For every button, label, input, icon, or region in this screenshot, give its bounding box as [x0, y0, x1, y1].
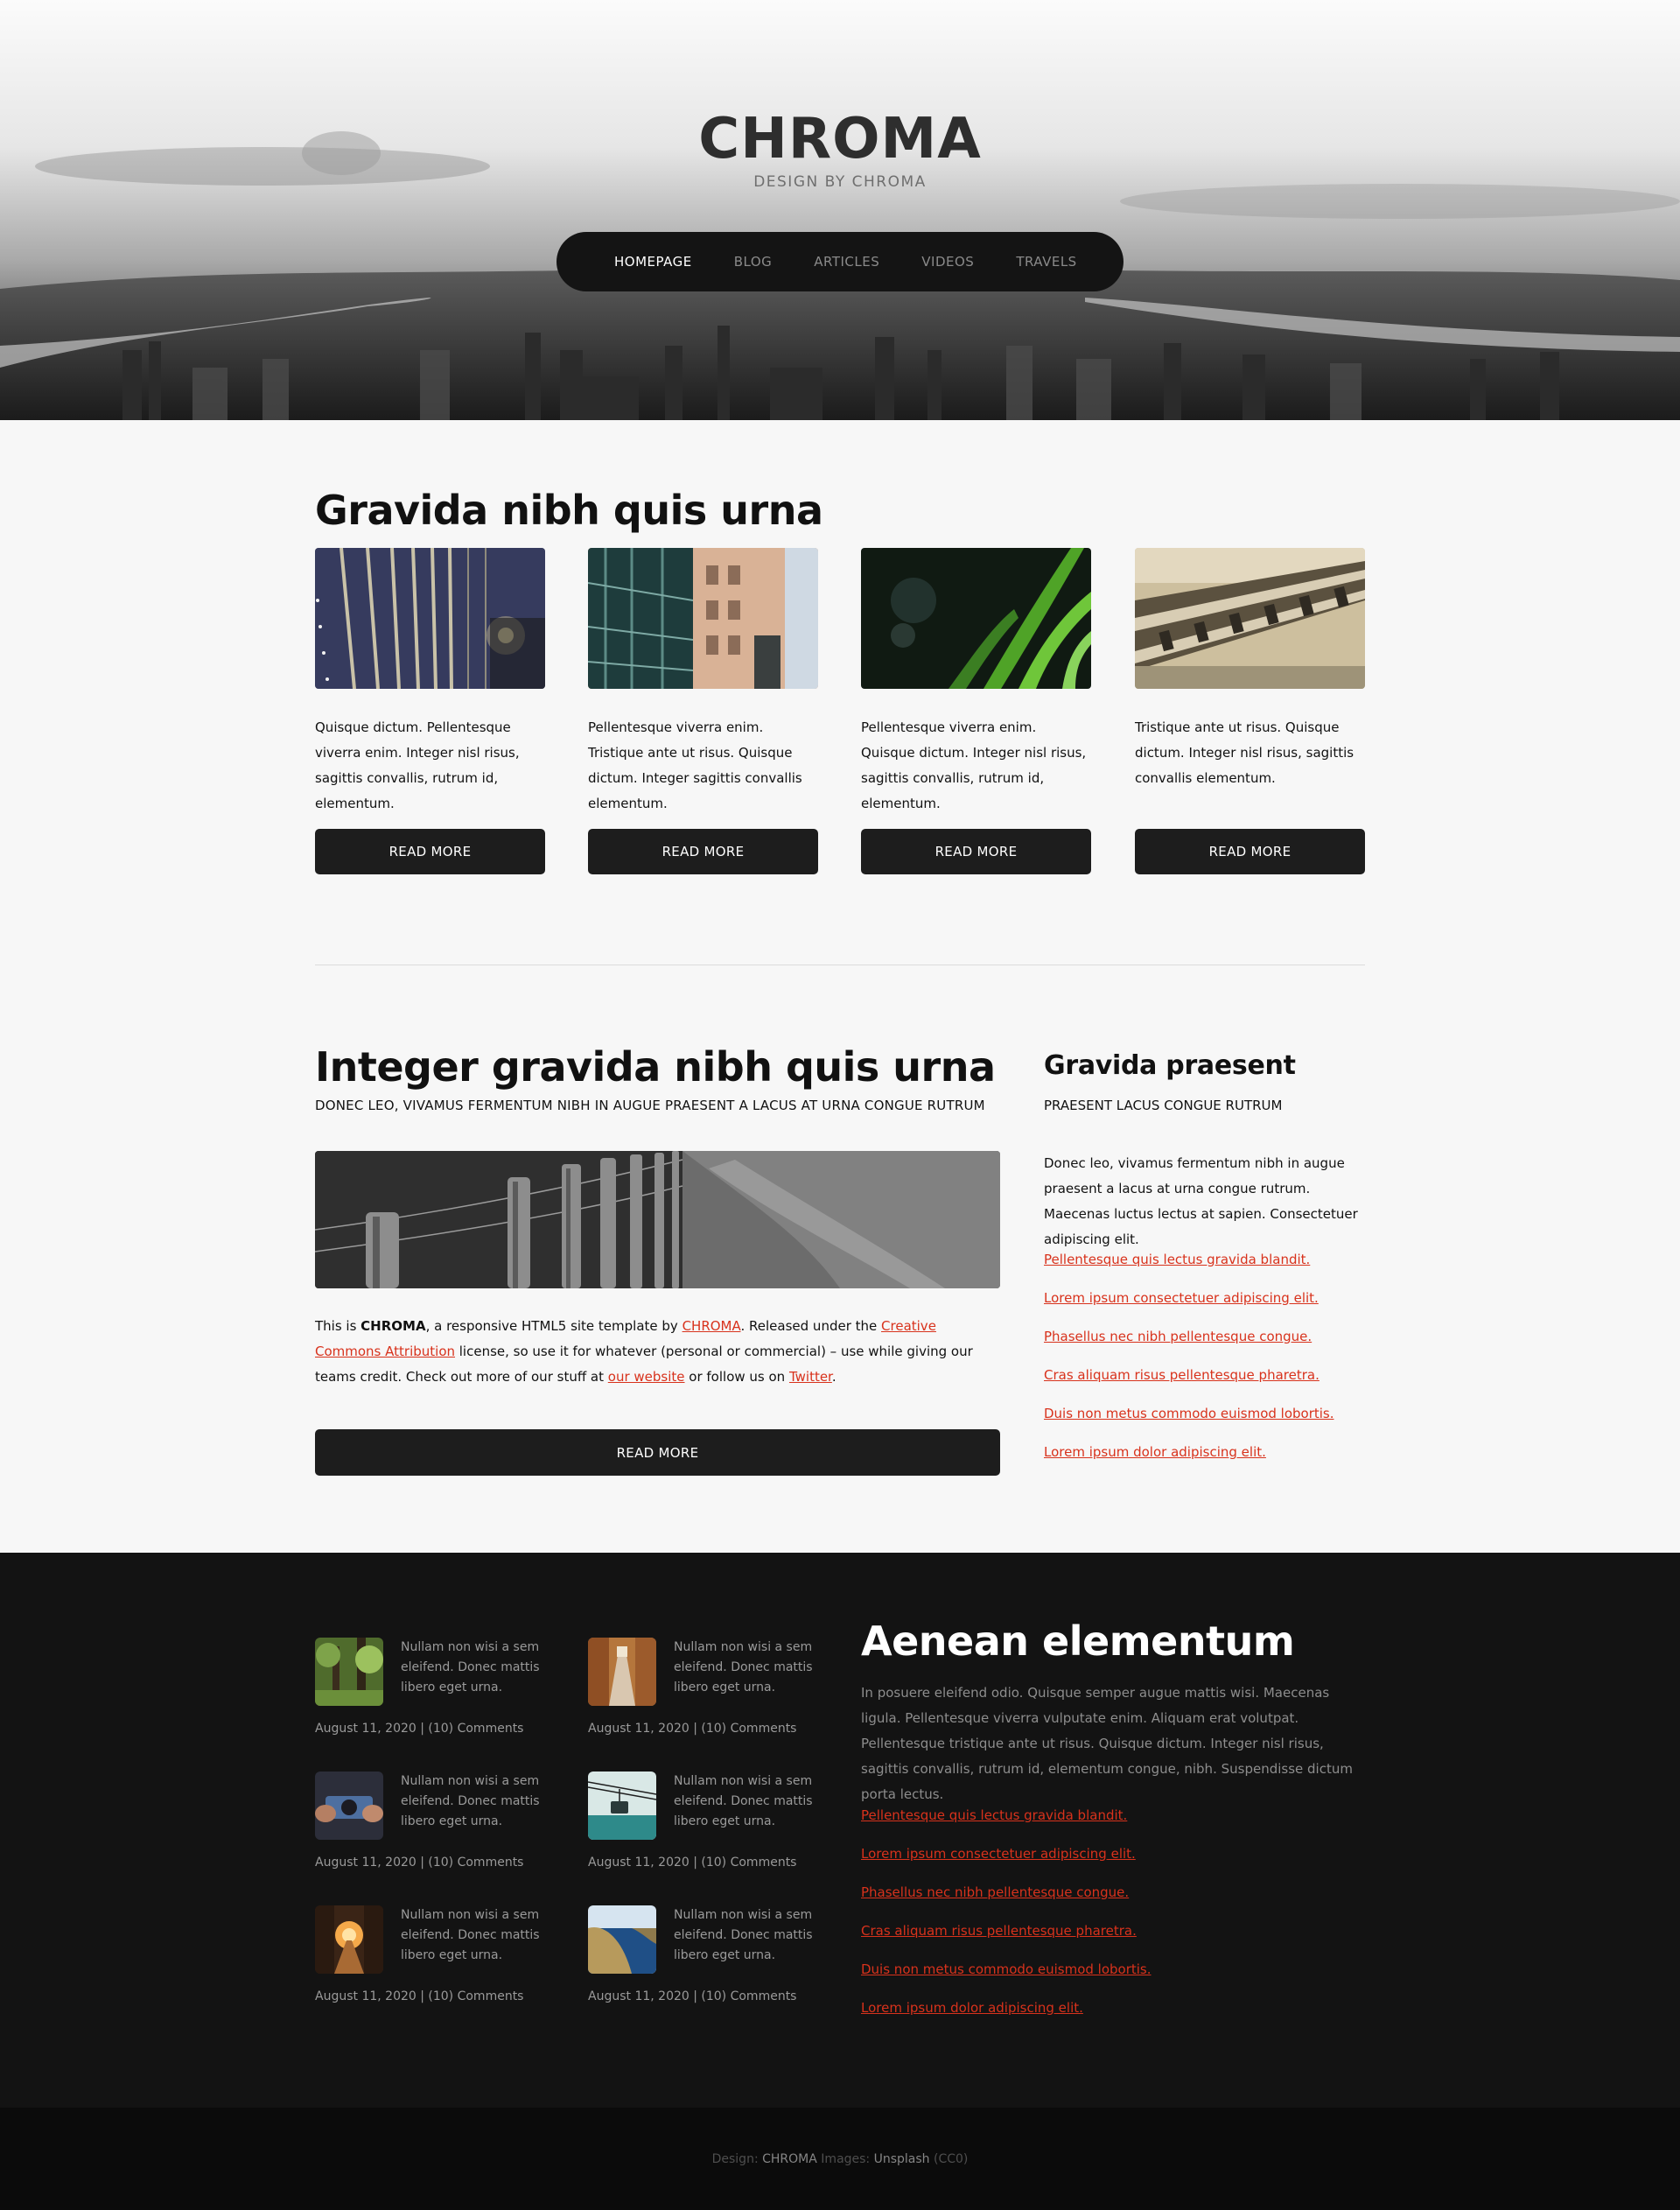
footer-link[interactable]: Pellentesque quis lectus gravida blandit…: [861, 1803, 1152, 1842]
city-skyline-image: [0, 0, 1680, 420]
footer-section: [0, 1553, 1680, 2108]
sidebar-link[interactable]: Lorem ipsum dolor adipiscing elit.: [1044, 1440, 1334, 1478]
sidebar-link[interactable]: Phasellus nec nibh pellentesque congue.: [1044, 1324, 1334, 1363]
read-more-button[interactable]: READ MORE: [315, 1429, 1000, 1476]
card-text: Pellentesque viverra enim. Tristique ant…: [588, 719, 802, 811]
footer-paragraph: In posuere eleifend odio. Quisque semper…: [861, 1685, 1353, 1802]
nav-item-videos[interactable]: VIDEOS: [921, 254, 974, 270]
twitter-link[interactable]: Twitter: [789, 1369, 832, 1385]
sidebar-paragraph: Donec leo, vivamus fermentum nibh in aug…: [1044, 1155, 1358, 1247]
hero-banner: CHROMA DESIGN BY CHROMA HOMEPAGE BLOG AR…: [0, 0, 1680, 420]
sunset-street-thumbnail[interactable]: [315, 1905, 383, 1974]
sidebar-subtitle: PRAESENT LACUS CONGUE RUTRUM: [1044, 1098, 1283, 1113]
footer-link[interactable]: Cras aliquam risus pellentesque pharetra…: [861, 1919, 1152, 1957]
paragraph-text: , a responsive HTML5 site template by: [425, 1318, 682, 1334]
footer-link[interactable]: Lorem ipsum dolor adipiscing elit.: [861, 1996, 1152, 2034]
nav-item-blog[interactable]: BLOG: [734, 254, 773, 270]
feature-card: Pellentesque viverra enim. Tristique ant…: [588, 548, 818, 874]
credits-design-value[interactable]: CHROMA: [762, 2152, 817, 2166]
paragraph-brand: CHROMA: [360, 1318, 426, 1334]
post-excerpt: Nullam non wisi a sem eleifend. Donec ma…: [401, 1908, 540, 1962]
feature-card: Pellentesque viverra enim. Quisque dictu…: [861, 548, 1091, 874]
section2-paragraph: This is CHROMA, a responsive HTML5 site …: [315, 1314, 1006, 1390]
section2-subtitle: DONEC LEO, VIVAMUS FERMENTUM NIBH IN AUG…: [315, 1098, 985, 1113]
feature-card: Tristique ante ut risus. Quisque dictum.…: [1135, 548, 1365, 874]
our-website-link[interactable]: our website: [608, 1369, 685, 1385]
paragraph-text: This is: [315, 1318, 361, 1334]
site-logo[interactable]: CHROMA: [0, 107, 1680, 172]
read-more-button[interactable]: READ MORE: [315, 829, 545, 874]
hands-camera-thumbnail[interactable]: [315, 1772, 383, 1840]
post-meta[interactable]: August 11, 2020 | (10) Comments: [588, 1989, 816, 2003]
sidebar-link[interactable]: Duis non metus commodo euismod lobortis.: [1044, 1401, 1334, 1440]
read-more-button[interactable]: READ MORE: [588, 829, 818, 874]
post-meta[interactable]: August 11, 2020 | (10) Comments: [588, 1856, 816, 1870]
forest-thumbnail[interactable]: [315, 1638, 383, 1706]
post-meta[interactable]: August 11, 2020 | (10) Comments: [315, 1989, 542, 2003]
city-street-image: [588, 548, 818, 689]
sidebar-link-list: Pellentesque quis lectus gravida blandit…: [1044, 1247, 1334, 1478]
fence-path-image: [315, 1151, 1000, 1288]
paragraph-text: or follow us on: [684, 1369, 789, 1385]
nav-item-homepage[interactable]: HOMEPAGE: [614, 254, 692, 270]
post-meta[interactable]: August 11, 2020 | (10) Comments: [315, 1722, 542, 1736]
card-text: Pellentesque viverra enim. Quisque dictu…: [861, 719, 1087, 811]
sidebar-link[interactable]: Pellentesque quis lectus gravida blandit…: [1044, 1247, 1334, 1286]
post-meta[interactable]: August 11, 2020 | (10) Comments: [315, 1856, 542, 1870]
post-meta[interactable]: August 11, 2020 | (10) Comments: [588, 1722, 816, 1736]
cable-car-thumbnail[interactable]: [588, 1772, 656, 1840]
section1-title: Gravida nibh quis urna: [315, 487, 823, 534]
post-excerpt: Nullam non wisi a sem eleifend. Donec ma…: [674, 1908, 813, 1962]
footer-link-list: Pellentesque quis lectus gravida blandit…: [861, 1803, 1152, 2034]
sidebar-link[interactable]: Lorem ipsum consectetuer adipiscing elit…: [1044, 1286, 1334, 1324]
railway-track-image: [1135, 548, 1365, 689]
site-tagline: DESIGN BY CHROMA: [753, 173, 927, 191]
card-text: Tristique ante ut risus. Quisque dictum.…: [1135, 719, 1354, 786]
paragraph-text: .: [831, 1369, 836, 1385]
footer-link[interactable]: Phasellus nec nibh pellentesque congue.: [861, 1880, 1152, 1919]
post-excerpt: Nullam non wisi a sem eleifend. Donec ma…: [674, 1640, 813, 1694]
read-more-button[interactable]: READ MORE: [861, 829, 1091, 874]
section2-title: Integer gravida nibh quis urna: [315, 1043, 996, 1091]
credits-design-label: Design:: [711, 2151, 759, 2166]
credits-license: (CC0): [934, 2151, 969, 2166]
credits-images-value[interactable]: Unsplash: [874, 2152, 930, 2166]
post-excerpt: Nullam non wisi a sem eleifend. Donec ma…: [674, 1774, 813, 1828]
alley-thumbnail[interactable]: [588, 1638, 656, 1706]
read-more-button[interactable]: READ MORE: [1135, 829, 1365, 874]
coastline-thumbnail[interactable]: [588, 1905, 656, 1974]
nav-item-travels[interactable]: TRAVELS: [1016, 254, 1076, 270]
post-excerpt: Nullam non wisi a sem eleifend. Donec ma…: [401, 1774, 540, 1828]
main-nav: HOMEPAGE BLOG ARTICLES VIDEOS TRAVELS: [556, 232, 1124, 291]
card-text: Quisque dictum. Pellentesque viverra eni…: [315, 719, 520, 811]
nav-item-articles[interactable]: ARTICLES: [814, 254, 879, 270]
sidebar-title: Gravida praesent: [1044, 1050, 1296, 1081]
footer-title: Aenean elementum: [861, 1617, 1295, 1665]
feature-card: Quisque dictum. Pellentesque viverra eni…: [315, 548, 545, 874]
chroma-link[interactable]: CHROMA: [682, 1318, 741, 1334]
footer-link[interactable]: Lorem ipsum consectetuer adipiscing elit…: [861, 1842, 1152, 1880]
credits-images-label: Images:: [821, 2151, 871, 2166]
footer-link[interactable]: Duis non metus commodo euismod lobortis.: [861, 1957, 1152, 1996]
paragraph-text: . Released under the: [740, 1318, 882, 1334]
post-excerpt: Nullam non wisi a sem eleifend. Donec ma…: [401, 1640, 540, 1694]
bridge-cables-image: [315, 548, 545, 689]
credits-bar: Design: CHROMA Images: Unsplash (CC0): [0, 2108, 1680, 2210]
green-grass-image: [861, 548, 1091, 689]
sidebar-link[interactable]: Cras aliquam risus pellentesque pharetra…: [1044, 1363, 1334, 1401]
